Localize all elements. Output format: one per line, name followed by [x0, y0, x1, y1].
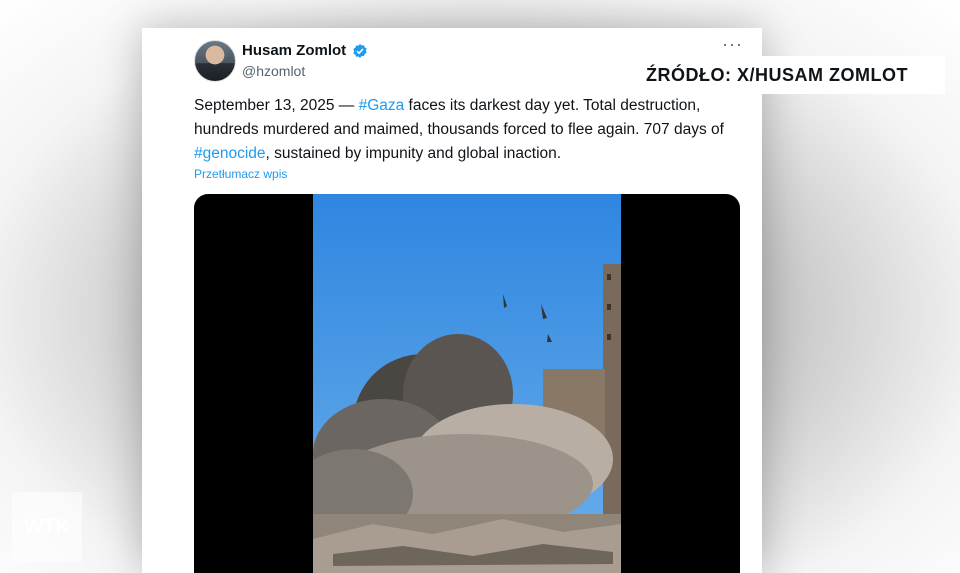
- tweet-text-part: , sustained by impunity and global inact…: [265, 145, 562, 162]
- source-caption: ŹRÓDŁO: X/HUSAM ZOMLOT: [640, 56, 945, 94]
- author-name-row: Husam Zomlot: [242, 42, 368, 59]
- tweet-video[interactable]: [194, 194, 740, 573]
- tweet-card: Husam Zomlot @hzomlot ··· September 13, …: [142, 28, 762, 573]
- translate-post-link[interactable]: Przetłumacz wpis: [194, 167, 287, 181]
- hashtag-genocide[interactable]: #genocide: [194, 145, 266, 162]
- video-frame-explosion: [313, 194, 621, 573]
- verified-badge-icon: [353, 43, 367, 58]
- author-name[interactable]: Husam Zomlot: [242, 42, 346, 59]
- hashtag-gaza[interactable]: #Gaza: [359, 97, 405, 114]
- tweet-text-part: September 13, 2025 —: [194, 97, 359, 114]
- author-handle[interactable]: @hzomlot: [242, 63, 305, 79]
- more-options-icon[interactable]: ···: [722, 34, 743, 55]
- channel-logo: WTK: [12, 492, 82, 562]
- tweet-text: September 13, 2025 — #Gaza faces its dar…: [194, 94, 754, 166]
- author-avatar[interactable]: [194, 40, 236, 82]
